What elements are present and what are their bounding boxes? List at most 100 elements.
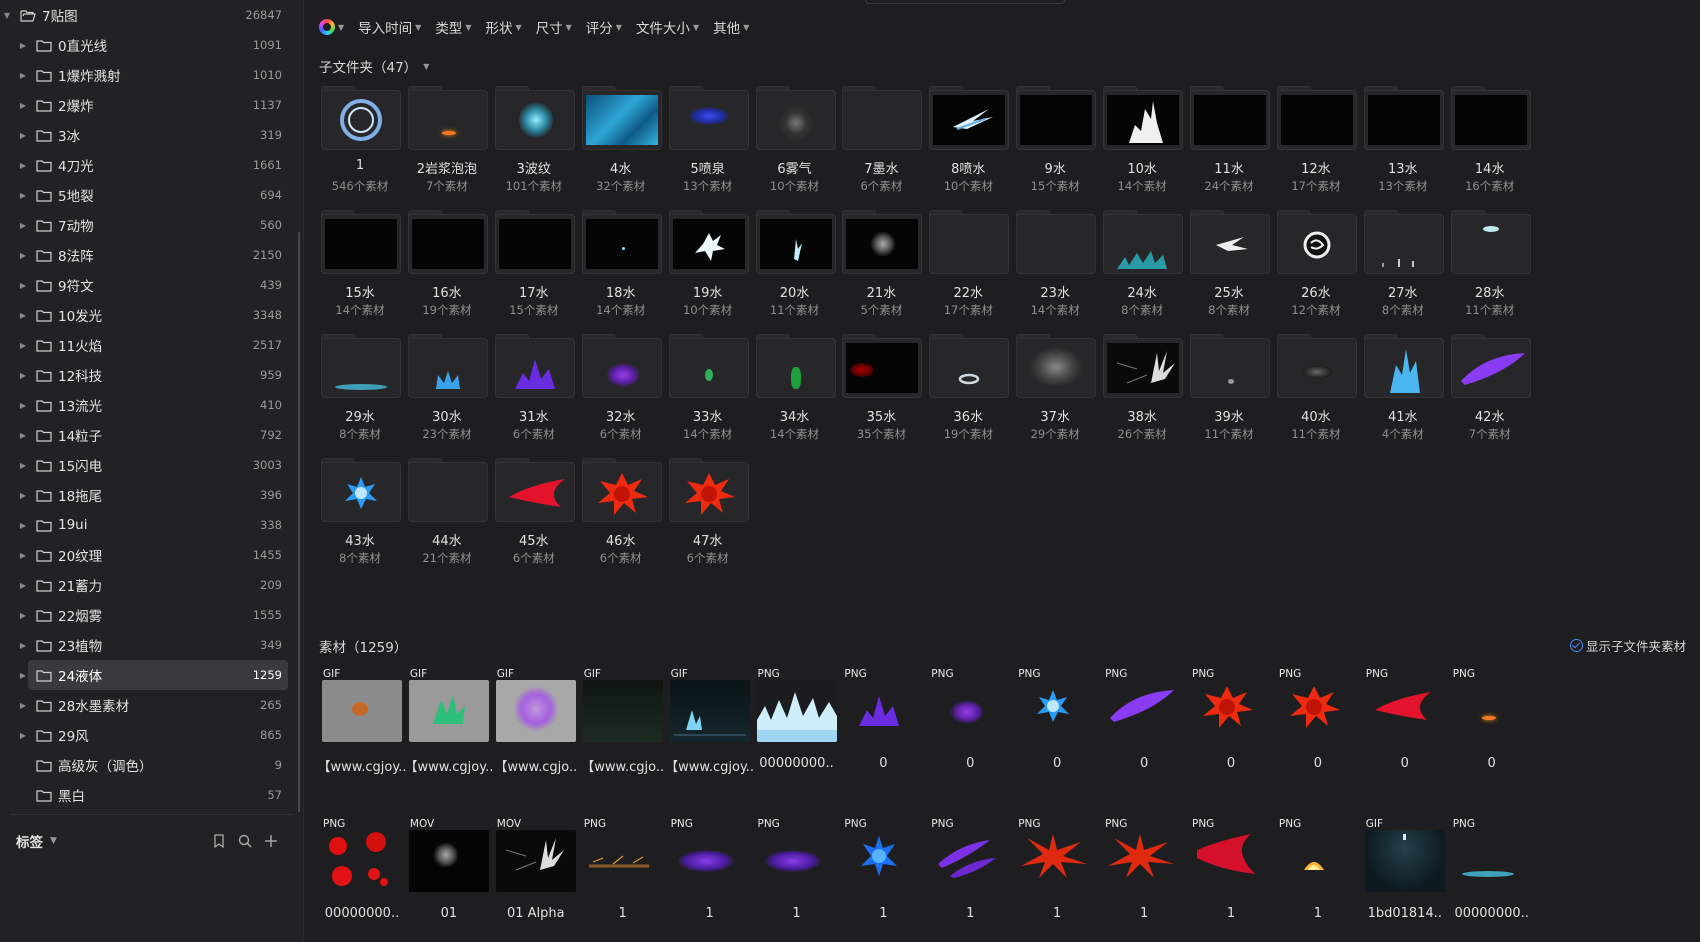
sidebar-folder-item[interactable]: ▶ 1爆炸溅射 1010 bbox=[0, 60, 296, 90]
chevron-right-icon[interactable]: ▶ bbox=[18, 701, 28, 710]
subfolder-card[interactable]: 3波纹 101个素材 bbox=[491, 84, 577, 214]
chevron-right-icon[interactable]: ▶ bbox=[18, 581, 28, 590]
asset-item[interactable]: GIF 【www.cgjoy.. bbox=[317, 664, 407, 814]
subfolder-card[interactable]: 40水 11个素材 bbox=[1273, 332, 1359, 462]
subfolder-card[interactable]: 37水 29个素材 bbox=[1012, 332, 1098, 462]
sidebar-folder-item[interactable]: ▶ 21蓄力 209 bbox=[0, 570, 296, 600]
subfolder-card[interactable]: 34水 14个素材 bbox=[752, 332, 838, 462]
subfolder-card[interactable]: 7墨水 6个素材 bbox=[838, 84, 924, 214]
asset-item[interactable]: GIF 【www.cgjo.. bbox=[491, 664, 577, 814]
subfolder-card[interactable]: 16水 19个素材 bbox=[404, 208, 490, 338]
chevron-right-icon[interactable]: ▶ bbox=[18, 491, 28, 500]
subfolders-header[interactable]: 子文件夹（47） ▼ bbox=[319, 56, 429, 76]
asset-item[interactable]: PNG 0 bbox=[1360, 664, 1446, 814]
subfolder-card[interactable]: 22水 17个素材 bbox=[925, 208, 1011, 338]
asset-item[interactable]: PNG 1 bbox=[925, 814, 1011, 942]
subfolder-card[interactable]: 23水 14个素材 bbox=[1012, 208, 1098, 338]
chevron-right-icon[interactable]: ▶ bbox=[18, 371, 28, 380]
chevron-right-icon[interactable]: ▶ bbox=[18, 101, 28, 110]
subfolder-card[interactable]: 35水 35个素材 bbox=[838, 332, 924, 462]
subfolder-card[interactable]: 27水 8个素材 bbox=[1360, 208, 1446, 338]
chevron-right-icon[interactable]: ▶ bbox=[18, 551, 28, 560]
subfolder-card[interactable]: 29水 8个素材 bbox=[317, 332, 403, 462]
sidebar-folder-item[interactable]: ▶ 12科技 959 bbox=[0, 360, 296, 390]
subfolder-card[interactable]: 33水 14个素材 bbox=[665, 332, 751, 462]
chevron-right-icon[interactable]: ▶ bbox=[18, 731, 28, 740]
subfolder-card[interactable]: 14水 16个素材 bbox=[1447, 84, 1533, 214]
sidebar-folder-item[interactable]: 黑白 57 bbox=[0, 780, 296, 810]
subfolder-card[interactable]: 5喷泉 13个素材 bbox=[665, 84, 751, 214]
subfolder-card[interactable]: 26水 12个素材 bbox=[1273, 208, 1359, 338]
subfolder-card[interactable]: 32水 6个素材 bbox=[578, 332, 664, 462]
chevron-right-icon[interactable]: ▶ bbox=[18, 431, 28, 440]
chevron-right-icon[interactable]: ▶ bbox=[18, 671, 28, 680]
asset-item[interactable]: PNG 1 bbox=[752, 814, 838, 942]
sidebar-folder-item[interactable]: 高级灰（调色） 9 bbox=[0, 750, 296, 780]
filter-dropdown[interactable]: 尺寸 ▼ bbox=[536, 17, 572, 37]
chevron-right-icon[interactable]: ▶ bbox=[18, 41, 28, 50]
subfolder-card[interactable]: 45水 6个素材 bbox=[491, 456, 577, 586]
subfolder-card[interactable]: 17水 15个素材 bbox=[491, 208, 577, 338]
asset-item[interactable]: PNG 1 bbox=[1186, 814, 1272, 942]
sidebar-folder-item[interactable]: ▶ 15闪电 3003 bbox=[0, 450, 296, 480]
sidebar-folder-item[interactable]: ▶ 5地裂 694 bbox=[0, 180, 296, 210]
subfolder-card[interactable]: 18水 14个素材 bbox=[578, 208, 664, 338]
subfolder-card[interactable]: 24水 8个素材 bbox=[1099, 208, 1185, 338]
subfolder-card[interactable]: 6雾气 10个素材 bbox=[752, 84, 838, 214]
asset-item[interactable]: PNG 1 bbox=[665, 814, 751, 942]
sidebar-folder-item[interactable]: ▶ 14粒子 792 bbox=[0, 420, 296, 450]
sidebar-folder-item[interactable]: ▶ 28水墨素材 265 bbox=[0, 690, 296, 720]
tree-root-folder[interactable]: ▼ 7贴图 26847 bbox=[0, 0, 296, 30]
filter-dropdown[interactable]: 导入时间 ▼ bbox=[358, 17, 421, 37]
chevron-right-icon[interactable]: ▶ bbox=[18, 221, 28, 230]
chevron-right-icon[interactable]: ▶ bbox=[18, 131, 28, 140]
asset-item[interactable]: GIF 【www.cgjo.. bbox=[578, 664, 664, 814]
subfolder-card[interactable]: 25水 8个素材 bbox=[1186, 208, 1272, 338]
subfolder-card[interactable]: 11水 24个素材 bbox=[1186, 84, 1272, 214]
subfolder-card[interactable]: 38水 26个素材 bbox=[1099, 332, 1185, 462]
chevron-right-icon[interactable]: ▶ bbox=[18, 611, 28, 620]
subfolder-card[interactable]: 31水 6个素材 bbox=[491, 332, 577, 462]
sidebar-folder-item[interactable]: ▶ 11火焰 2517 bbox=[0, 330, 296, 360]
subfolder-card[interactable]: 20水 11个素材 bbox=[752, 208, 838, 338]
asset-item[interactable]: PNG 1 bbox=[1273, 814, 1359, 942]
subfolder-card[interactable]: 1 546个素材 bbox=[317, 84, 403, 214]
chevron-down-icon[interactable]: ▼ bbox=[2, 11, 12, 20]
chevron-right-icon[interactable]: ▶ bbox=[18, 641, 28, 650]
asset-item[interactable]: PNG 0 bbox=[1186, 664, 1272, 814]
subfolder-card[interactable]: 46水 6个素材 bbox=[578, 456, 664, 586]
subfolder-card[interactable]: 41水 4个素材 bbox=[1360, 332, 1446, 462]
subfolder-card[interactable]: 42水 7个素材 bbox=[1447, 332, 1533, 462]
chevron-right-icon[interactable]: ▶ bbox=[18, 341, 28, 350]
sidebar-folder-item[interactable]: ▶ 4刀光 1661 bbox=[0, 150, 296, 180]
color-filter[interactable]: ▼ bbox=[319, 19, 344, 35]
asset-item[interactable]: PNG 00000000.. bbox=[317, 814, 403, 942]
sidebar-folder-item[interactable]: ▶ 9符文 439 bbox=[0, 270, 296, 300]
subfolder-card[interactable]: 39水 11个素材 bbox=[1186, 332, 1272, 462]
subfolder-card[interactable]: 12水 17个素材 bbox=[1273, 84, 1359, 214]
subfolder-card[interactable]: 47水 6个素材 bbox=[665, 456, 751, 586]
sidebar-folder-item[interactable]: ▶ 2爆炸 1137 bbox=[0, 90, 296, 120]
subfolder-card[interactable]: 15水 14个素材 bbox=[317, 208, 403, 338]
subfolder-card[interactable]: 30水 23个素材 bbox=[404, 332, 490, 462]
subfolder-card[interactable]: 13水 13个素材 bbox=[1360, 84, 1446, 214]
bookmark-icon[interactable] bbox=[210, 832, 228, 850]
filter-dropdown[interactable]: 其他 ▼ bbox=[713, 17, 749, 37]
sidebar-folder-item[interactable]: ▶ 7动物 560 bbox=[0, 210, 296, 240]
chevron-right-icon[interactable]: ▶ bbox=[18, 191, 28, 200]
subfolder-card[interactable]: 8喷水 10个素材 bbox=[925, 84, 1011, 214]
plus-icon[interactable] bbox=[262, 832, 280, 850]
chevron-right-icon[interactable]: ▶ bbox=[18, 161, 28, 170]
sidebar-folder-item[interactable]: ▶ 10发光 3348 bbox=[0, 300, 296, 330]
subfolder-card[interactable]: 43水 8个素材 bbox=[317, 456, 403, 586]
asset-item[interactable]: MOV 01 Alpha bbox=[491, 814, 577, 942]
asset-item[interactable]: PNG 00000000.. bbox=[752, 664, 838, 814]
sidebar-folder-item[interactable]: ▶ 19ui 338 bbox=[0, 510, 296, 540]
filter-dropdown[interactable]: 形状 ▼ bbox=[485, 17, 521, 37]
asset-item[interactable]: GIF 1bd01814.. bbox=[1360, 814, 1446, 942]
sidebar-folder-item[interactable]: ▶ 13流光 410 bbox=[0, 390, 296, 420]
subfolder-card[interactable]: 19水 10个素材 bbox=[665, 208, 751, 338]
asset-item[interactable]: PNG 1 bbox=[578, 814, 664, 942]
sidebar-folder-item[interactable]: ▶ 3冰 319 bbox=[0, 120, 296, 150]
subfolder-card[interactable]: 9水 15个素材 bbox=[1012, 84, 1098, 214]
